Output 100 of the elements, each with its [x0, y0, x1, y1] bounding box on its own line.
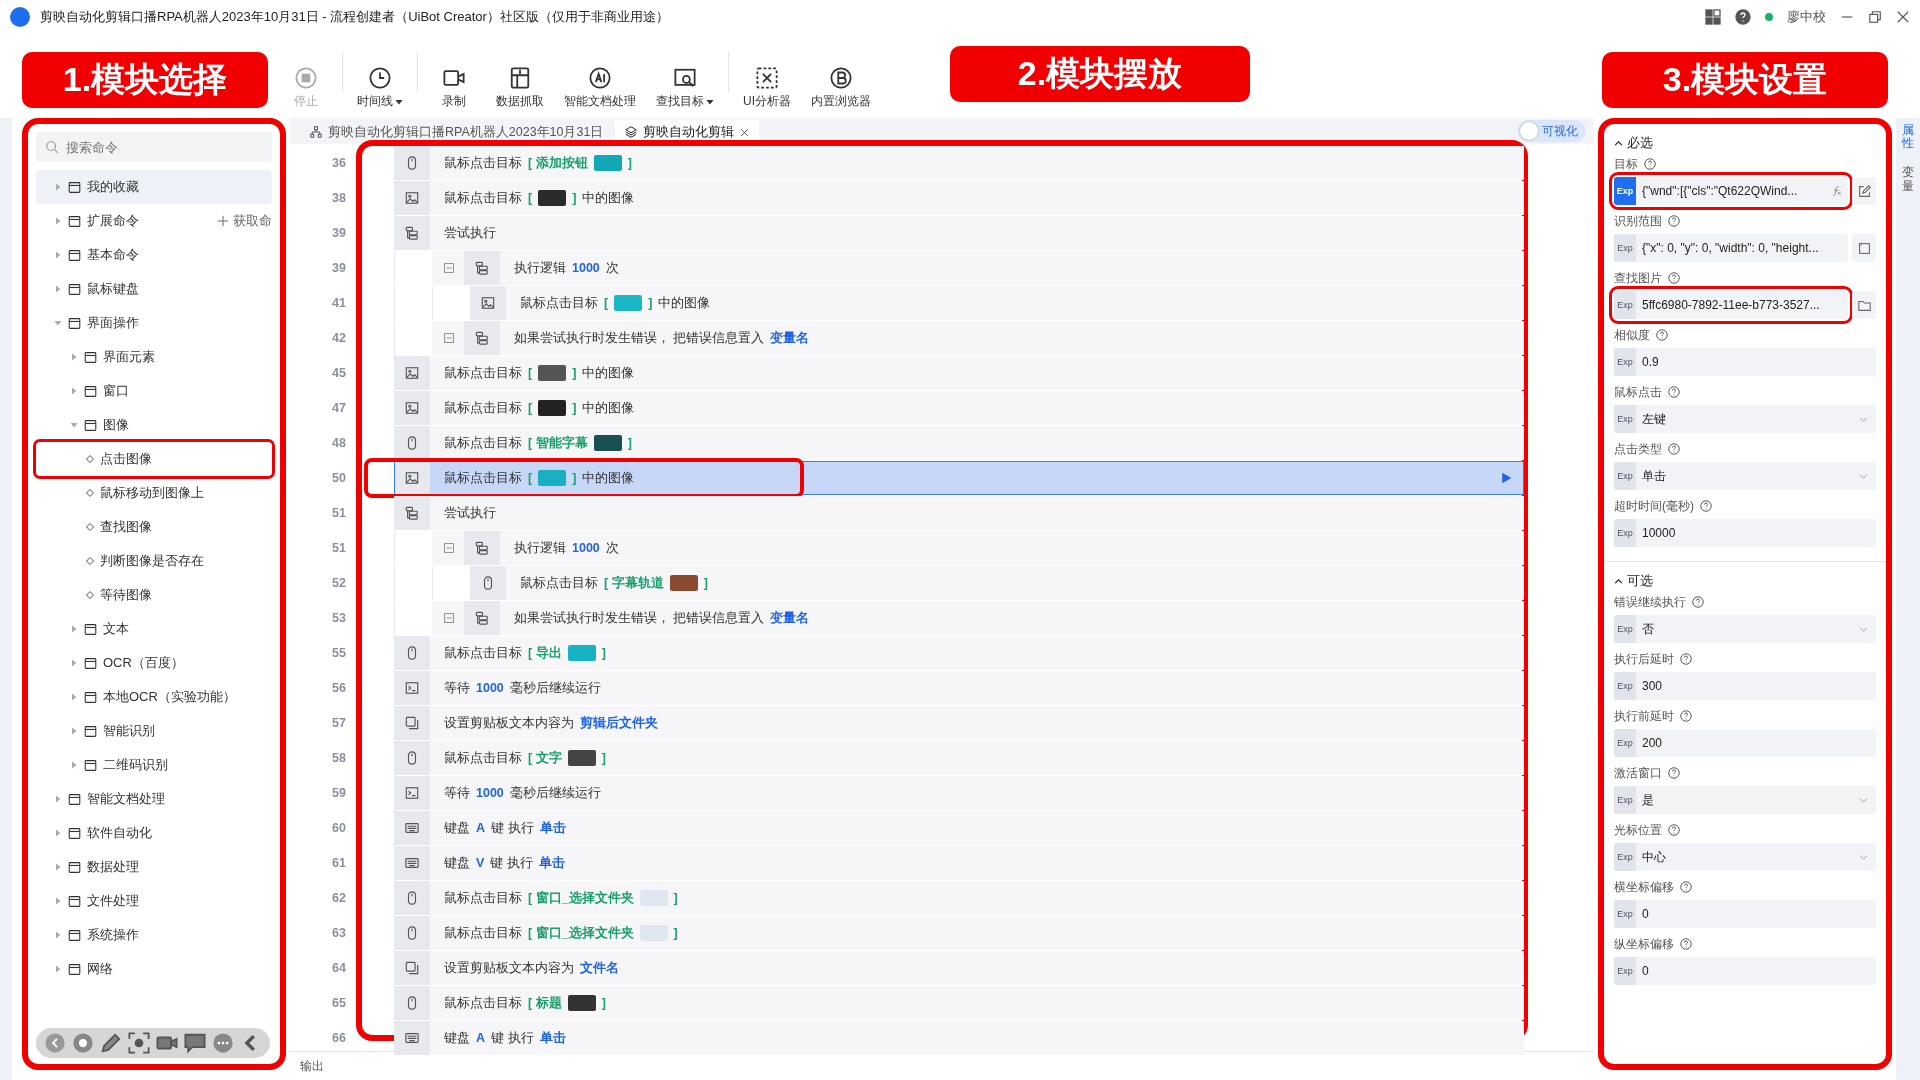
tree-item[interactable]: 点击图像	[36, 442, 272, 476]
toolbar-button[interactable]: 录制	[426, 67, 482, 110]
parameter-value[interactable]: 1000	[476, 681, 504, 695]
expression-badge[interactable]: Exp	[1614, 900, 1636, 928]
input-field[interactable]: Exp 0	[1614, 957, 1876, 985]
toolbar-button[interactable]: 内置浏览器	[805, 67, 877, 110]
side-tab[interactable]: 属性	[1902, 124, 1914, 151]
output-tab[interactable]: 输出	[290, 1051, 1594, 1080]
input-field[interactable]: Exp 10000	[1614, 519, 1876, 547]
statement-row[interactable]: 鼠标点击目标 [ 文字 ]	[394, 741, 1524, 775]
parameter-value[interactable]: 1000	[476, 786, 504, 800]
expression-badge[interactable]: Exp	[1614, 177, 1636, 205]
statement-row[interactable]: 鼠标点击目标 [ 窗口_选择文件夹 ]	[394, 916, 1524, 950]
statement-row[interactable]: 鼠标点击目标 [ ] 中的图像	[394, 181, 1524, 215]
expression-badge[interactable]: Exp	[1614, 729, 1636, 757]
parameter-value[interactable]: 变量名	[770, 329, 810, 347]
tree-item[interactable]: 本地OCR（实验功能）	[36, 680, 272, 714]
parameter-value[interactable]: 单击	[539, 819, 566, 837]
toolbar-button[interactable]: 数据抓取	[490, 67, 550, 110]
get-commands-link[interactable]: 获取命	[217, 212, 272, 230]
tree-item[interactable]: OCR（百度）	[36, 646, 272, 680]
user-name[interactable]: 廖中校	[1787, 8, 1826, 26]
parameter-value[interactable]: 剪辑后文件夹	[580, 714, 658, 732]
parameter-value[interactable]: 单击	[539, 1029, 566, 1047]
dropdown-field[interactable]: Exp 左键	[1614, 405, 1876, 433]
input-field[interactable]: Exp 0.9	[1614, 348, 1876, 376]
expression-badge[interactable]: Exp	[1614, 519, 1636, 547]
statement-row[interactable]: 执行逻辑 1000 次	[432, 531, 1524, 565]
statement-row[interactable]: 尝试执行	[394, 216, 1524, 250]
browse-button[interactable]	[1852, 291, 1876, 319]
statement-row[interactable]: 如果尝试执行时发生错误， 把错误信息置入 变量名	[432, 321, 1524, 355]
expression-badge[interactable]: Exp	[1614, 405, 1636, 433]
statement-row[interactable]: 执行逻辑 1000 次	[432, 251, 1524, 285]
tree-item[interactable]: 我的收藏	[36, 170, 272, 204]
dropdown-field[interactable]: Exp 否	[1614, 615, 1876, 643]
statement-row[interactable]: 鼠标点击目标 [ ] 中的图像	[394, 356, 1524, 390]
dropdown-field[interactable]: Exp 是	[1614, 786, 1876, 814]
toolbar-button[interactable]: 时间线	[351, 67, 409, 110]
tree-item[interactable]: 等待图像	[36, 578, 272, 612]
input-field[interactable]: Exp 0	[1614, 900, 1876, 928]
tree-item[interactable]: 界面操作	[36, 306, 272, 340]
visual-toggle[interactable]: 可视化	[1518, 120, 1586, 142]
search-field[interactable]: 搜索命令	[36, 132, 272, 162]
statement-row[interactable]: 鼠标点击目标 [ 添加按钮 ]	[394, 146, 1524, 180]
side-tab[interactable]: 变量	[1902, 166, 1914, 193]
tree-item[interactable]: 查找图像	[36, 510, 272, 544]
expression-badge[interactable]: Exp	[1614, 348, 1636, 376]
parameter-value[interactable]: 单击	[538, 854, 565, 872]
expression-badge[interactable]: Exp	[1614, 843, 1636, 871]
select-region-button[interactable]	[1852, 234, 1876, 262]
section-header[interactable]: 可选	[1614, 568, 1876, 594]
tree-item[interactable]: 判断图像是否存在	[36, 544, 272, 578]
expression-badge[interactable]: Exp	[1614, 672, 1636, 700]
dropdown-field[interactable]: Exp 单击	[1614, 462, 1876, 490]
statement-row[interactable]: 鼠标点击目标 [ 标题 ]	[394, 986, 1524, 1020]
section-header[interactable]: 必选	[1614, 130, 1876, 156]
tree-item[interactable]: 扩展命令 获取命	[36, 204, 272, 238]
tree-item[interactable]: 界面元素	[36, 340, 272, 374]
statement-row[interactable]: 鼠标点击目标 [ 窗口_选择文件夹 ]	[394, 881, 1524, 915]
tree-item[interactable]: 基本命令	[36, 238, 272, 272]
expression-badge[interactable]: Exp	[1614, 786, 1636, 814]
statement-row[interactable]: 鼠标点击目标 [ 智能字幕 ]	[394, 426, 1524, 460]
tree-item[interactable]: 鼠标键盘	[36, 272, 272, 306]
parameter-value[interactable]: 文件名	[580, 959, 619, 977]
input-field[interactable]: Exp 300	[1614, 672, 1876, 700]
statement-row[interactable]: 键盘 A 键 执行 单击	[394, 1021, 1524, 1055]
tree-item[interactable]: 文本	[36, 612, 272, 646]
statement-row[interactable]: 键盘 A 键 执行 单击	[394, 811, 1524, 845]
statement-row[interactable]: 设置剪贴板文本内容为 剪辑后文件夹	[394, 706, 1524, 740]
parameter-value[interactable]: 变量名	[770, 609, 810, 627]
tree-item[interactable]: 智能识别	[36, 714, 272, 748]
expression-badge[interactable]: Exp	[1614, 615, 1636, 643]
expression-badge[interactable]: Exp	[1614, 234, 1636, 262]
statement-row[interactable]: 等待 1000 毫秒后继续运行	[394, 671, 1524, 705]
statement-row[interactable]: 鼠标点击目标 [ 字幕轨道 ]	[470, 566, 1524, 600]
parameter-value[interactable]: 1000	[572, 541, 600, 555]
tree-item[interactable]: 图像	[36, 408, 272, 442]
edit-button[interactable]	[1852, 177, 1876, 205]
tree-item[interactable]: 二维码识别	[36, 748, 272, 782]
tree-item[interactable]: 网络	[36, 952, 272, 986]
tree-item[interactable]: 数据处理	[36, 850, 272, 884]
tree-item[interactable]: 软件自动化	[36, 816, 272, 850]
parameter-value[interactable]: A	[476, 1031, 486, 1045]
statement-row[interactable]: 键盘 V 键 执行 单击	[394, 846, 1524, 880]
statement-row[interactable]: 如果尝试执行时发生错误， 把错误信息置入 变量名	[432, 601, 1524, 635]
tree-item[interactable]: 系统操作	[36, 918, 272, 952]
tree-item[interactable]: 窗口	[36, 374, 272, 408]
statement-row[interactable]: 尝试执行	[394, 496, 1524, 530]
input-field[interactable]: Exp 200	[1614, 729, 1876, 757]
parameter-value[interactable]: A	[476, 821, 486, 835]
statement-row[interactable]: 鼠标点击目标 [ 导出 ]	[394, 636, 1524, 670]
statement-row[interactable]: 鼠标点击目标 [ ] 中的图像	[470, 286, 1524, 320]
toolbar-button[interactable]: 查找目标	[650, 67, 720, 110]
tree-item[interactable]: 鼠标移动到图像上	[36, 476, 272, 510]
statement-row[interactable]: 鼠标点击目标 [ ] 中的图像	[394, 391, 1524, 425]
tree-item[interactable]: 智能文档处理	[36, 782, 272, 816]
tree-item[interactable]: 文件处理	[36, 884, 272, 918]
toolbar-button[interactable]: 智能文档处理	[558, 67, 642, 110]
parameter-value[interactable]: 1000	[572, 261, 600, 275]
expression-badge[interactable]: Exp	[1614, 957, 1636, 985]
